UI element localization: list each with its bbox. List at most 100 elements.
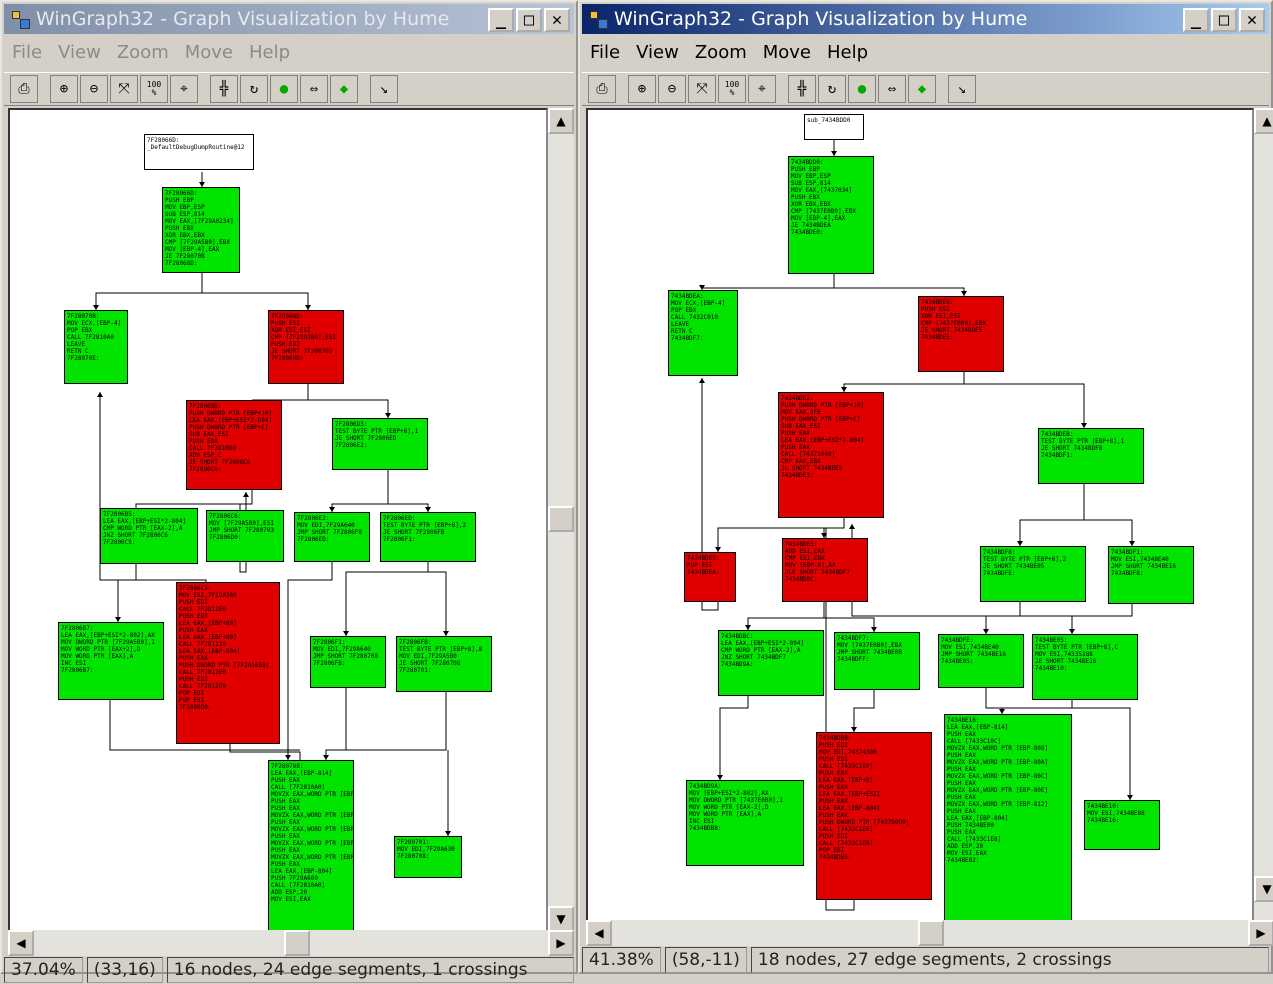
printer-icon[interactable]: ⎙ — [588, 75, 616, 103]
graph-node[interactable]: 7434BDF1: MOV ESI,7434BE40 JMP SHORT 743… — [1108, 546, 1194, 604]
graph-node[interactable]: 7F28066D: _DefaultDebugDumpRoutine@12 — [144, 134, 254, 170]
graph-node[interactable]: 7F280701: MOV EDI,7F29A630 7F280708: — [394, 836, 462, 878]
expand-icon[interactable]: ⇔ — [300, 75, 328, 103]
graph-canvas[interactable]: sub_7434BDD0 7434BDD0: PUSH EBP MOV EBP,… — [586, 108, 1254, 922]
window-controls: _ □ ✕ — [1183, 8, 1265, 32]
title-bar[interactable]: WinGraph32 - Graph Visualization by Hume… — [582, 4, 1269, 34]
scroll-right-icon[interactable]: ▶ — [1248, 920, 1273, 946]
horizontal-scroll-thumb[interactable] — [918, 920, 944, 946]
maximize-icon[interactable]: □ — [1211, 8, 1237, 32]
graph-node[interactable]: sub_7434BDD0 — [804, 114, 864, 140]
zoom-in-icon[interactable]: ⊕ — [50, 75, 78, 103]
vertical-scrollbar[interactable]: ▲ ▼ — [1254, 108, 1273, 922]
rotate-icon[interactable]: ↻ — [240, 75, 268, 103]
center-icon[interactable]: ⌖ — [748, 75, 776, 103]
menu-zoom[interactable]: Zoom — [687, 42, 755, 63]
minimize-icon[interactable]: _ — [1183, 8, 1209, 32]
graph-node[interactable]: 7F2806FB: TEST BYTE PTR [EBP+8],8 MOV ED… — [396, 636, 492, 692]
scroll-down-icon[interactable]: ▼ — [1254, 876, 1273, 902]
vertical-scrollbar[interactable]: ▲ ▼ — [548, 108, 574, 932]
fit-icon[interactable]: ⤧ — [110, 75, 138, 103]
zoom-out-icon[interactable]: ⊖ — [80, 75, 108, 103]
scroll-up-icon[interactable]: ▲ — [548, 108, 574, 134]
graph-node[interactable]: 7F2806B7: LEA EAX,[EBP+ESI*2-802],AX MOV… — [58, 622, 164, 700]
center-icon[interactable]: ⌖ — [170, 75, 198, 103]
menu-file[interactable]: File — [4, 42, 50, 63]
wingraph-app-icon — [588, 9, 608, 29]
horizontal-scroll-thumb[interactable] — [284, 930, 310, 956]
graph-node[interactable]: 7F28069D: PUSH DWORD PTR [EBP+10] LEA EA… — [186, 400, 282, 490]
toolbar: ⎙ ⊕ ⊖ ⤧ 100 % ⌖ ╬ ↻ ● ⇔ ◆ ↘ — [582, 72, 1269, 106]
graph-node[interactable]: 7F28070B: MOV ECX,[EBP-4] POP EBX CALL 7… — [64, 310, 128, 384]
zoom-out-icon[interactable]: ⊖ — [658, 75, 686, 103]
menu-help[interactable]: Help — [819, 42, 876, 63]
graph-node[interactable]: 7F28066D: PUSH EBP MOV EBP,ESP SUB ESP,8… — [162, 187, 240, 273]
minimize-icon[interactable]: _ — [488, 8, 514, 32]
close-icon[interactable]: ✕ — [544, 8, 570, 32]
graph-node[interactable]: 7F28068D: PUSH ESI XOR ESI,ESI CMP [7F29… — [268, 310, 344, 384]
graph-node[interactable]: 7434BDD0: PUSH EBP MOV EBP,ESP SUB ESP,8… — [788, 156, 874, 274]
zoom-100-icon[interactable]: 100 % — [140, 75, 168, 103]
graph-node[interactable]: 7434BE16: LEA EAX,[EBP-814] PUSH EAX CAL… — [944, 714, 1072, 920]
graph-node[interactable]: 7434BDEB: TEST BYTE PTR [EBP+8],1 JE SHO… — [1038, 428, 1144, 484]
graph-node[interactable]: 7434BE05: TEST BYTE PTR [EBP+8],C MOV ES… — [1032, 634, 1138, 700]
graph-node[interactable]: 7434BDE3: ADD ESI,EAX CMP ESI,EBX MOV [E… — [782, 538, 868, 602]
scroll-up-icon[interactable]: ▲ — [1254, 108, 1273, 134]
graph-node[interactable]: 7434BDFE: MOV ESI,7434BE40 JMP SHORT 743… — [938, 634, 1024, 688]
menu-view[interactable]: View — [50, 42, 109, 63]
menu-bar: File View Zoom Move Help — [582, 38, 1269, 66]
graph-node[interactable]: 7434BDE5: POP ESI 7434BDEA: — [684, 552, 736, 602]
graph-node[interactable]: 7F2806E2: MOV EDI,7F29A640 JMP SHORT 7F2… — [294, 512, 370, 562]
graph-node[interactable]: 7F2806F1: MOV EDI,7F29A640 JMP SHORT 7F2… — [310, 636, 386, 688]
window-controls: _ □ ✕ — [488, 8, 570, 32]
maximize-icon[interactable]: □ — [516, 8, 542, 32]
menu-view[interactable]: View — [628, 42, 687, 63]
fold-icon[interactable]: ● — [848, 75, 876, 103]
graph-node[interactable]: 7434BDF8: TEST BYTE PTR [EBP+8],2 JE SHO… — [980, 546, 1086, 602]
graph-node[interactable]: 7434BD9A: MOV [EBP+ESI*2-802],AX MOV DWO… — [686, 780, 804, 866]
toolbar: ⎙ ⊕ ⊖ ⤧ 100 % ⌖ ╬ ↻ ● ⇔ ◆ ↘ — [4, 72, 574, 106]
graph-node[interactable]: 7F280708: LEA EAX,[EBP-814] PUSH EAX CAL… — [268, 760, 354, 930]
menu-help[interactable]: Help — [241, 42, 298, 63]
arrow-icon[interactable]: ↘ — [370, 75, 398, 103]
arrow-icon[interactable]: ↘ — [948, 75, 976, 103]
zoom-in-icon[interactable]: ⊕ — [628, 75, 656, 103]
scroll-left-icon[interactable]: ◀ — [8, 930, 34, 956]
graph-node[interactable]: 7F2806B5: LEA EAX,[EBP+ESI*2-804] CMP WO… — [100, 508, 198, 564]
graph-node[interactable]: 7F2806D3: TEST BYTE PTR [EBP+8],1 JE SHO… — [332, 418, 428, 470]
menu-move[interactable]: Move — [755, 42, 819, 63]
zoom-100-icon[interactable]: 100 % — [718, 75, 746, 103]
layout-icon[interactable]: ╬ — [210, 75, 238, 103]
menu-file[interactable]: File — [582, 42, 628, 63]
horizontal-scrollbar[interactable]: ◀ ▶ — [8, 930, 574, 956]
graph-node[interactable]: 7434BDF7: MOV [7437E0B0],EBX JMP SHORT 7… — [834, 632, 920, 690]
title-bar[interactable]: WinGraph32 - Graph Visualization by Hume… — [4, 4, 574, 34]
menu-zoom[interactable]: Zoom — [109, 42, 177, 63]
scroll-right-icon[interactable]: ▶ — [548, 930, 574, 956]
graph-node[interactable]: 7434BDEA: MOV ECX,[EBP-4] POP EBX CALL 7… — [668, 290, 738, 376]
rotate-icon[interactable]: ↻ — [818, 75, 846, 103]
layout-icon[interactable]: ╬ — [788, 75, 816, 103]
graph-node[interactable]: 7434BE10: MOV ESI,7434BE88 7434BE16: — [1084, 800, 1160, 850]
status-coords: (33,16) — [86, 957, 163, 983]
menu-move[interactable]: Move — [177, 42, 241, 63]
fit-icon[interactable]: ⤧ — [688, 75, 716, 103]
collapse-icon[interactable]: ◆ — [908, 75, 936, 103]
expand-icon[interactable]: ⇔ — [878, 75, 906, 103]
close-icon[interactable]: ✕ — [1239, 8, 1265, 32]
graph-canvas[interactable]: 7F28066D: _DefaultDebugDumpRoutine@12 7F… — [8, 108, 548, 932]
scroll-down-icon[interactable]: ▼ — [548, 906, 574, 932]
graph-node[interactable]: 7F2806C6: MOV [7F29A5B0],ESI JMP SHORT 7… — [206, 510, 284, 562]
graph-node[interactable]: 7F2806C5: MOV ESI,7F29A560 PUSH EDI CALL… — [176, 582, 280, 744]
horizontal-scrollbar[interactable]: ◀ ▶ — [586, 920, 1273, 946]
fold-icon[interactable]: ● — [270, 75, 298, 103]
printer-icon[interactable]: ⎙ — [10, 75, 38, 103]
graph-node[interactable]: 7434BDE0: PUSH ESI XOR ESI,ESI CMP [7437… — [918, 296, 1004, 372]
graph-node[interactable]: 7F2806ED: TEST BYTE PTR [EBP+8],2 JE SHO… — [380, 512, 476, 562]
graph-node[interactable]: 7434BDBB: PUSH EDI MOV EDI,74374380 PUSH… — [816, 732, 932, 900]
graph-node[interactable]: 7434BDE2: PUSH DWORD PTR [EBP+10] MOV EA… — [778, 392, 884, 518]
collapse-icon[interactable]: ◆ — [330, 75, 358, 103]
vertical-scroll-thumb[interactable] — [548, 506, 574, 532]
scroll-left-icon[interactable]: ◀ — [586, 920, 612, 946]
graph-node[interactable]: 7434BDBC: LEA EAX,[EBP+ESI*2-804] CMP WO… — [718, 630, 824, 696]
